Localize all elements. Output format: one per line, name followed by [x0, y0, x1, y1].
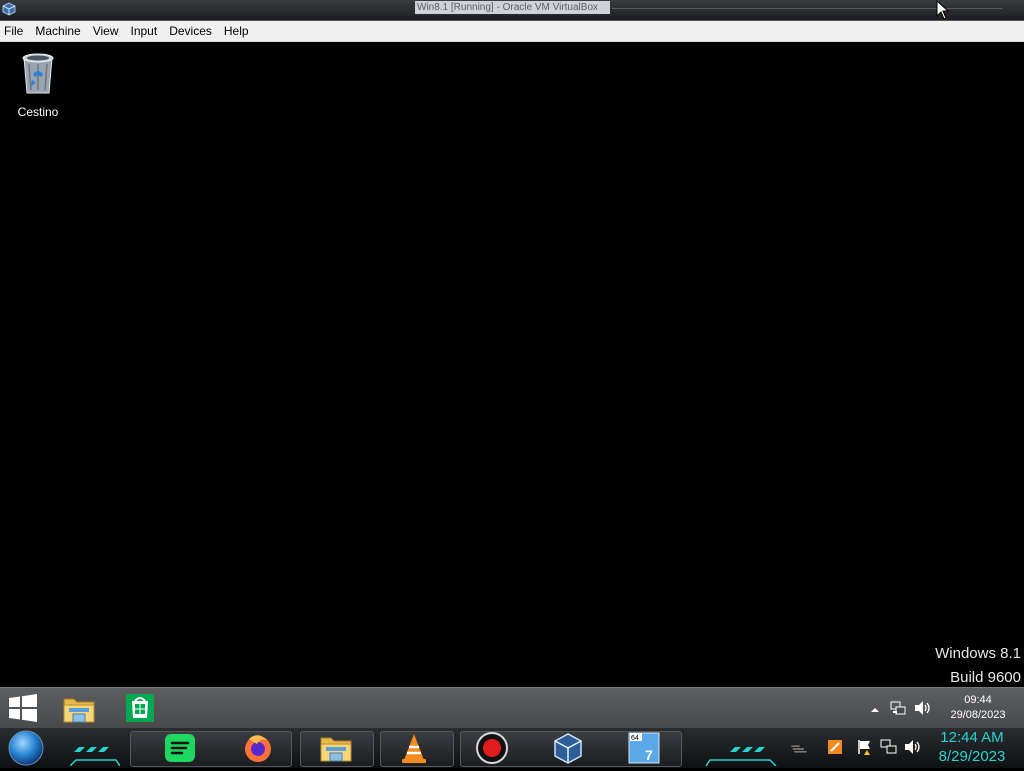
record-icon[interactable]: [474, 730, 510, 766]
flag-icon[interactable]: [856, 738, 874, 756]
menu-view[interactable]: View: [87, 21, 125, 41]
vm-menu-bar: File Machine View Input Devices Help: [0, 21, 1024, 42]
host-window-title: Win8.1 [Running] - Oracle VM VirtualBox: [415, 1, 610, 14]
virtualbox-icon[interactable]: [550, 730, 586, 766]
svg-text:64: 64: [631, 735, 639, 742]
dock-clock[interactable]: 12:44 AM 8/29/2023: [934, 728, 1010, 766]
vlc-icon[interactable]: [396, 730, 432, 766]
windows-start-icon[interactable]: [6, 694, 40, 722]
clock-date: 29/08/2023: [950, 709, 1006, 721]
dock-decoration-right: [705, 747, 777, 766]
mouse-cursor-icon: [936, 0, 950, 20]
menu-input[interactable]: Input: [125, 21, 164, 41]
volume-icon[interactable]: [914, 700, 932, 716]
recycle-bin-label: Cestino: [17, 105, 59, 119]
recycle-bin-shortcut[interactable]: Cestino: [12, 50, 64, 119]
store-icon[interactable]: [124, 692, 156, 724]
stripes-icon: [791, 745, 807, 753]
virtualbox-icon: [1, 1, 17, 17]
dock-bar: 64 7 12:44 AM 8/29/2023: [0, 728, 1024, 768]
network-icon[interactable]: [880, 738, 898, 756]
orb-icon[interactable]: [8, 730, 44, 766]
file-explorer-icon[interactable]: [60, 691, 98, 727]
menu-machine[interactable]: Machine: [29, 21, 86, 41]
taskbar-clock[interactable]: 09:44 29/08/2023: [940, 693, 1016, 723]
network-icon[interactable]: [890, 700, 906, 716]
windows-watermark: Windows 8.1 Build 9600: [935, 642, 1021, 690]
volume-icon[interactable]: [904, 738, 922, 756]
svg-text:7: 7: [645, 747, 653, 763]
dock-clock-time: 12:44 AM: [940, 729, 1004, 746]
taskbar: 09:44 29/08/2023: [0, 687, 1024, 729]
dock-clock-date: 8/29/2023: [938, 748, 1006, 765]
firefox-icon[interactable]: [240, 730, 276, 766]
file-explorer-icon[interactable]: [318, 730, 354, 766]
menu-help[interactable]: Help: [218, 21, 255, 41]
clock-time: 09:44: [964, 694, 992, 706]
app-tray-icon[interactable]: [826, 738, 844, 756]
desktop[interactable]: Cestino Windows 8.1 Build 9600: [0, 42, 1024, 687]
menu-devices[interactable]: Devices: [163, 21, 218, 41]
dock-decoration-left: [70, 747, 120, 766]
watermark-version: Windows 8.1: [935, 645, 1021, 662]
menu-file[interactable]: File: [0, 21, 29, 41]
host-title-bar: Win8.1 [Running] - Oracle VM VirtualBox: [0, 0, 1024, 21]
recycle-bin-icon: [18, 53, 58, 100]
spotify-icon[interactable]: [162, 730, 198, 766]
windows7-64-icon[interactable]: 64 7: [626, 730, 662, 766]
chevron-up-icon[interactable]: [870, 702, 880, 712]
